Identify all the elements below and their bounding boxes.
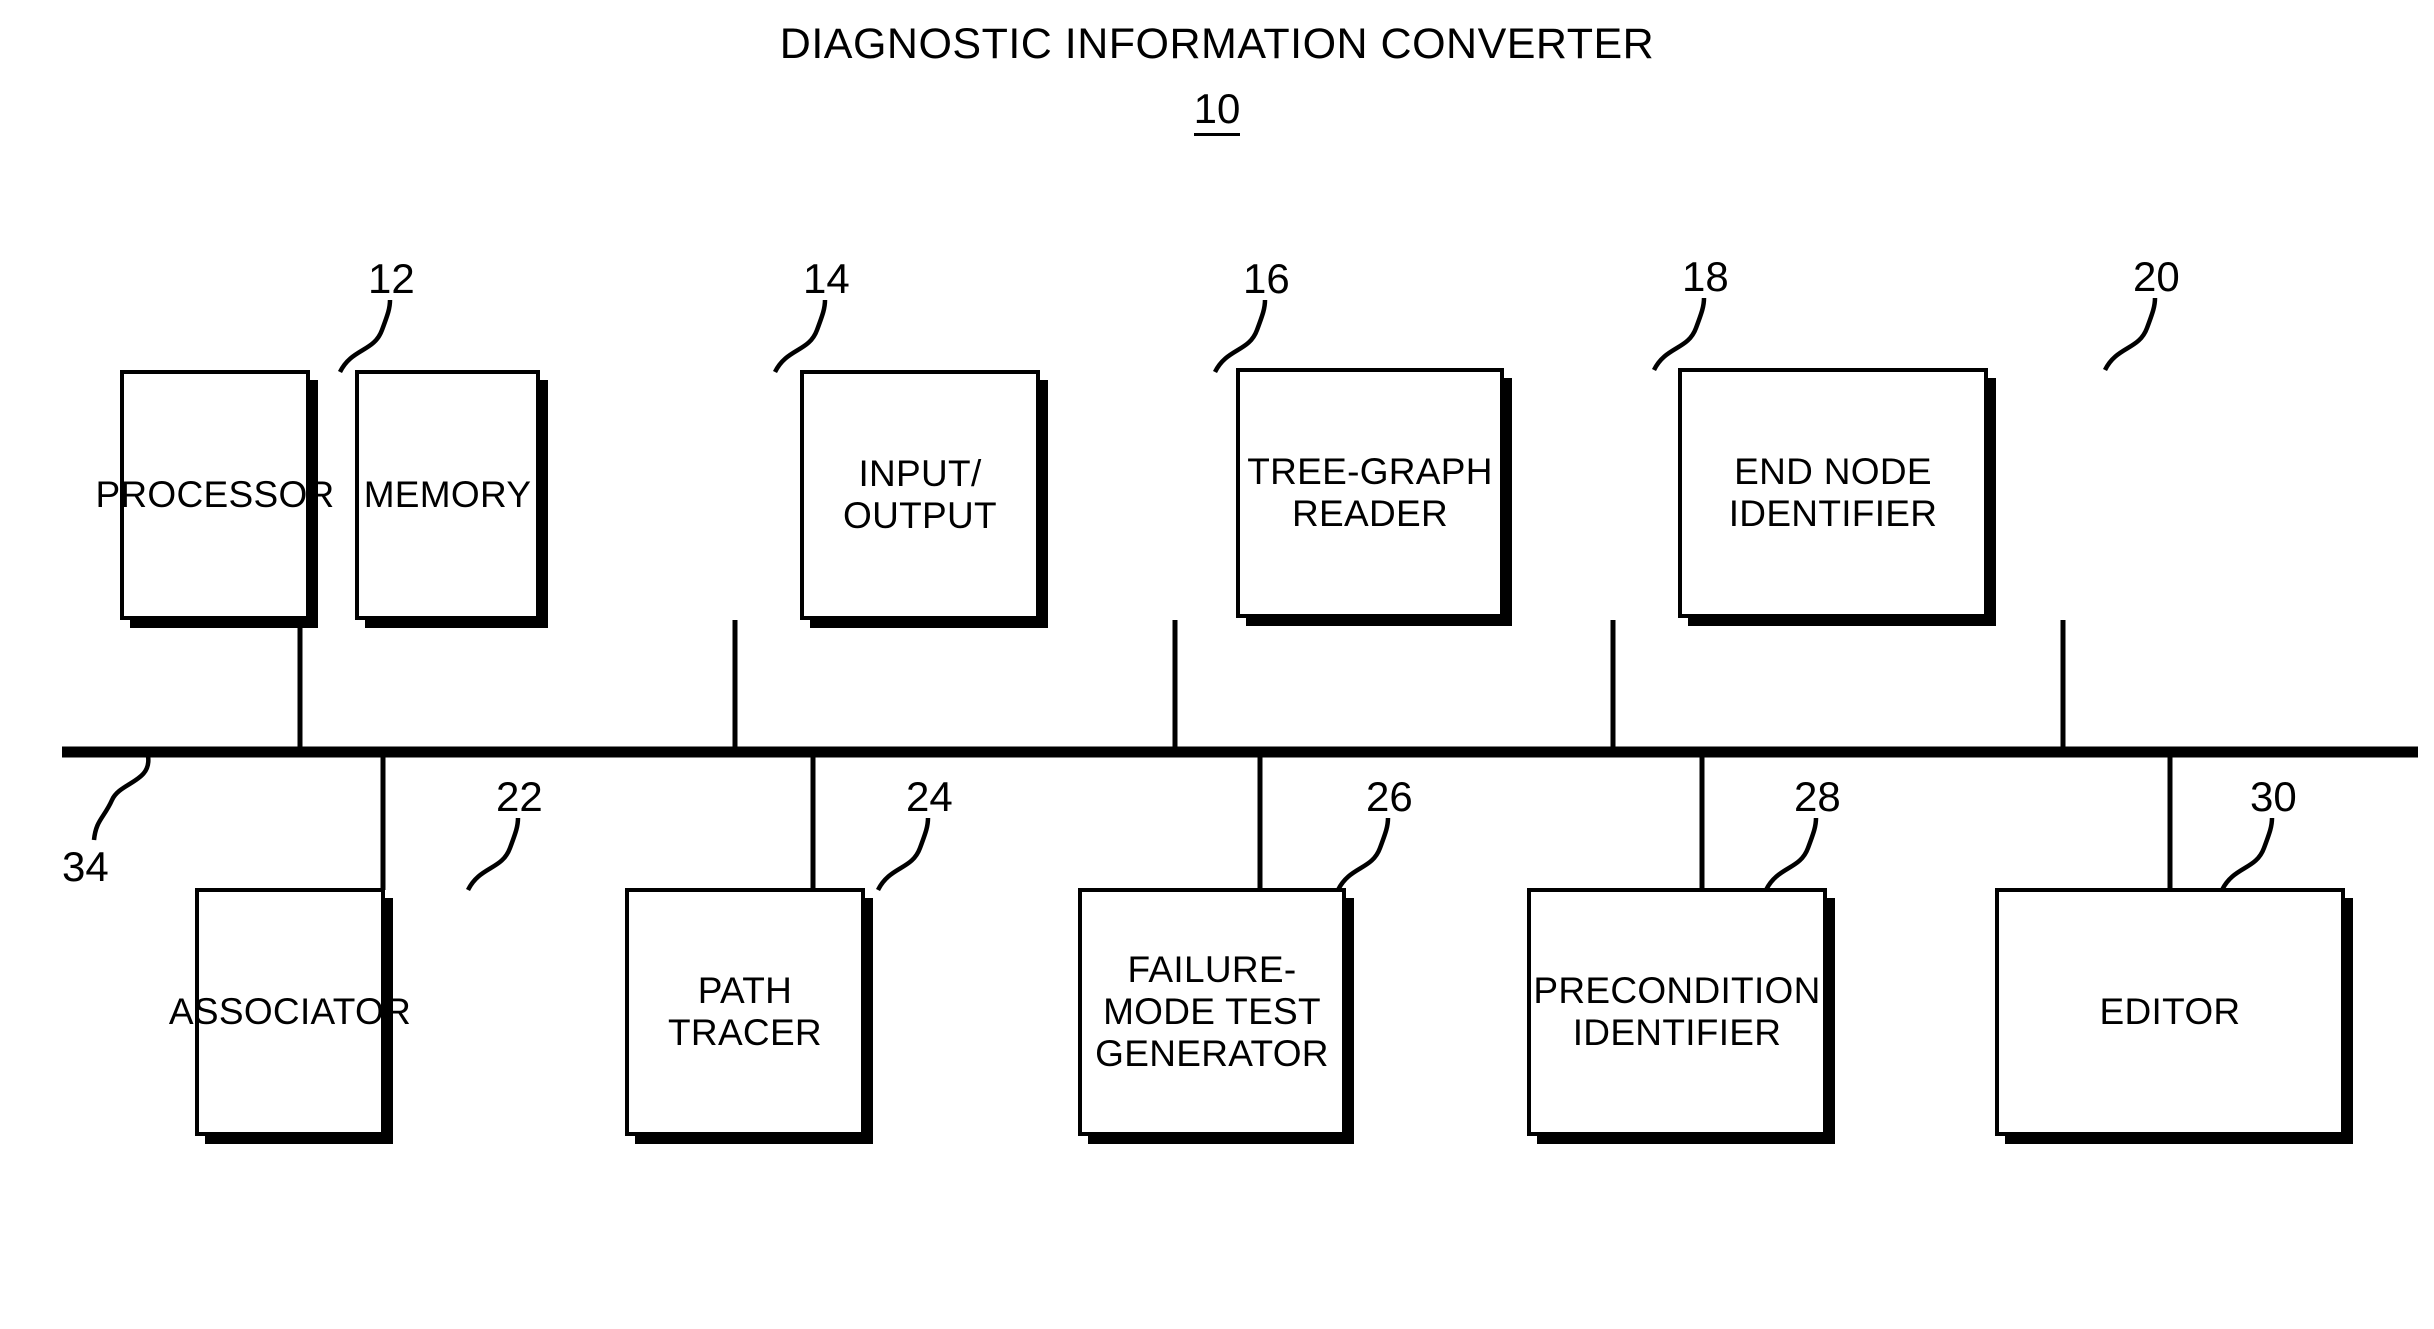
refnum-memory: 14 xyxy=(803,255,850,302)
block-input-output-label: INPUT/ OUTPUT xyxy=(843,452,997,536)
patent-figure: DIAGNOSTIC INFORMATION CONVERTER 10 PROC… xyxy=(0,0,2434,1329)
refnum-editor: 30 xyxy=(2250,773,2297,820)
refnum-end-node-identifier: 20 xyxy=(2133,253,2180,300)
refnum-failure-mode-test-generator: 26 xyxy=(1366,773,1413,820)
block-end-node-identifier-label: END NODE IDENTIFIER xyxy=(1728,450,1938,534)
block-processor-label: PROCESSOR xyxy=(95,473,335,515)
block-tree-graph-reader[interactable]: TREE-GRAPH READER xyxy=(1236,368,1504,618)
block-path-tracer-label: PATH TRACER xyxy=(668,969,822,1053)
refnum-bus: 34 xyxy=(62,843,109,890)
block-input-output[interactable]: INPUT/ OUTPUT xyxy=(800,370,1040,620)
block-associator[interactable]: ASSOCIATOR xyxy=(169,888,411,1136)
block-associator-label: ASSOCIATOR xyxy=(168,990,412,1032)
refnum-input-output: 16 xyxy=(1243,255,1290,302)
block-tree-graph-reader-label: TREE-GRAPH READER xyxy=(1247,450,1493,534)
block-failure-mode-test-generator[interactable]: FAILURE- MODE TEST GENERATOR xyxy=(1078,888,1346,1136)
refnum-associator: 22 xyxy=(496,773,543,820)
figure-title-reference-value: 10 xyxy=(1193,85,1241,136)
refnum-processor: 12 xyxy=(368,255,415,302)
block-precondition-identifier-label: PRECONDITION IDENTIFIER xyxy=(1533,969,1821,1053)
block-end-node-identifier[interactable]: END NODE IDENTIFIER xyxy=(1678,368,1988,618)
refnum-tree-graph-reader: 18 xyxy=(1682,253,1729,300)
refnum-precondition-identifier: 28 xyxy=(1794,773,1841,820)
block-path-tracer[interactable]: PATH TRACER xyxy=(625,888,865,1136)
block-editor[interactable]: EDITOR xyxy=(1995,888,2345,1136)
block-precondition-identifier[interactable]: PRECONDITION IDENTIFIER xyxy=(1527,888,1827,1136)
block-editor-label: EDITOR xyxy=(2099,990,2241,1032)
block-memory-label: MEMORY xyxy=(363,473,532,515)
figure-title: DIAGNOSTIC INFORMATION CONVERTER xyxy=(779,20,1655,68)
refnum-path-tracer: 24 xyxy=(906,773,953,820)
block-failure-mode-test-generator-label: FAILURE- MODE TEST GENERATOR xyxy=(1095,948,1329,1075)
block-processor[interactable]: PROCESSOR xyxy=(95,370,334,620)
figure-title-reference: 10 xyxy=(0,85,2434,136)
block-memory[interactable]: MEMORY xyxy=(355,370,540,620)
